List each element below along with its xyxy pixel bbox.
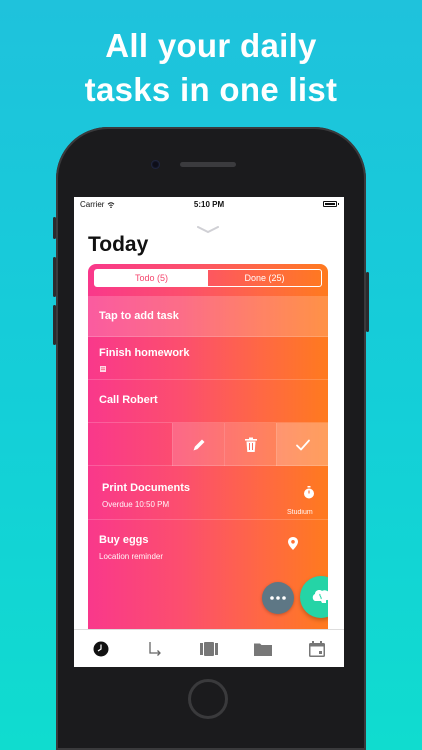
trash-icon	[244, 437, 257, 452]
add-task-row[interactable]: Tap to add task	[88, 296, 328, 337]
app-screen: Carrier 5:10 PM Today Todo (5) Done (25)…	[74, 197, 344, 667]
task-title: Finish homework	[99, 347, 190, 359]
add-task-label: Tap to add task	[99, 310, 179, 322]
task-row[interactable]: Buy eggs Location reminder	[88, 520, 328, 572]
folder-icon	[254, 643, 272, 656]
timer-icon	[304, 486, 314, 499]
page-title: Today	[88, 233, 149, 256]
headline-line-2: tasks in one list	[84, 71, 338, 108]
headline-line-1: All your daily	[105, 27, 317, 64]
note-icon	[100, 366, 106, 372]
delete-button[interactable]	[224, 423, 276, 466]
headline: All your daily tasks in one list	[0, 24, 422, 112]
tab-today[interactable]	[74, 630, 128, 667]
tab-upcoming[interactable]	[128, 630, 182, 667]
pencil-icon	[193, 439, 204, 450]
edit-button[interactable]	[172, 423, 224, 466]
calendar-icon	[309, 641, 325, 657]
add-task-fab[interactable]	[300, 576, 328, 618]
location-pin-icon	[288, 537, 298, 550]
earpiece-speaker	[180, 162, 236, 167]
task-list-card: Todo (5) Done (25) Tap to add task Finis…	[88, 264, 328, 634]
chevron-down-icon[interactable]	[196, 226, 220, 234]
tab-done[interactable]: Done (25)	[208, 270, 321, 286]
task-row[interactable]: Finish homework	[88, 337, 328, 380]
check-icon	[295, 439, 310, 450]
task-row[interactable]: Call Robert	[88, 380, 328, 423]
ellipsis-icon	[270, 596, 286, 600]
status-time: 5:10 PM	[193, 200, 225, 209]
complete-button[interactable]	[276, 423, 328, 466]
task-subtitle: Overdue 10:50 PM	[102, 500, 170, 509]
swipe-actions	[172, 423, 328, 466]
volume-up-button	[53, 257, 56, 297]
battery-icon	[323, 201, 339, 207]
project-badge: Studium	[287, 509, 313, 516]
mute-switch	[53, 217, 56, 239]
tab-projects[interactable]	[236, 630, 290, 667]
more-button[interactable]	[262, 582, 294, 614]
task-subtitle: Location reminder	[99, 552, 164, 561]
front-camera	[151, 160, 160, 169]
clock-icon	[93, 641, 109, 657]
task-title: Print Documents	[102, 482, 191, 494]
home-button[interactable]	[188, 679, 228, 719]
todo-done-segmented-control: Todo (5) Done (25)	[94, 269, 322, 287]
tab-boards[interactable]	[182, 630, 236, 667]
volume-down-button	[53, 305, 56, 345]
power-button	[366, 272, 369, 332]
task-title: Buy eggs	[99, 534, 149, 546]
task-row[interactable]: Print Documents Overdue 10:50 PM Studium	[88, 466, 328, 520]
tab-todo[interactable]: Todo (5)	[95, 270, 208, 286]
status-bar: Carrier 5:10 PM	[74, 197, 344, 211]
brain-icon	[312, 590, 328, 603]
task-title: Call Robert	[99, 394, 158, 406]
tab-bar	[74, 629, 344, 667]
phone-frame: Carrier 5:10 PM Today Todo (5) Done (25)…	[53, 127, 369, 750]
arrow-return-icon	[149, 642, 161, 656]
board-icon	[200, 642, 218, 656]
tab-calendar[interactable]	[290, 630, 344, 667]
